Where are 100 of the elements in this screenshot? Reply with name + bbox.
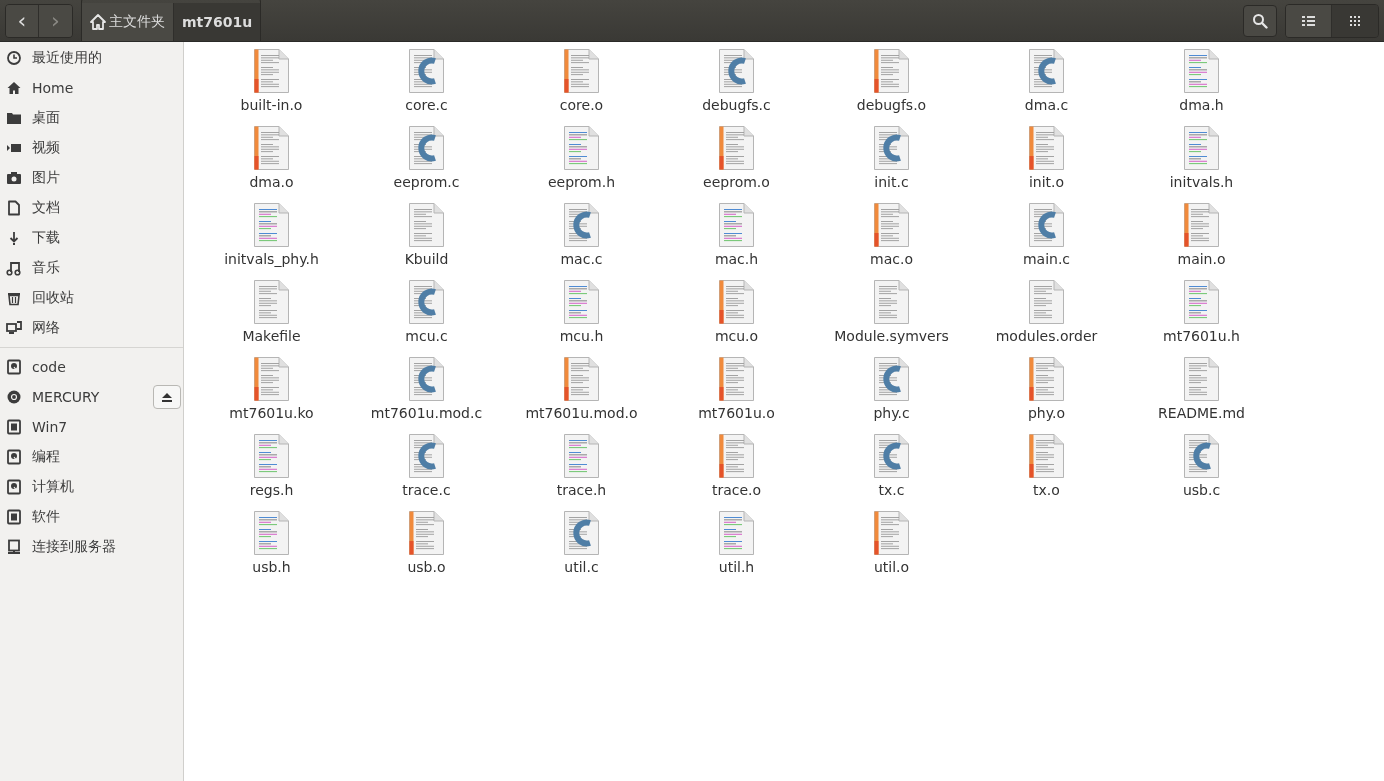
sidebar-item[interactable]: 回收站 (0, 283, 183, 313)
file-name: phy.c (873, 405, 910, 421)
file-item[interactable]: debugfs.o (814, 49, 969, 126)
file-name: eeprom.h (547, 174, 616, 190)
sidebar-item[interactable]: 图片 (0, 163, 183, 193)
file-item[interactable]: mcu.h (504, 280, 659, 357)
file-item[interactable]: dma.c (969, 49, 1124, 126)
file-item[interactable]: mcu.c (349, 280, 504, 357)
file-item[interactable]: eeprom.c (349, 126, 504, 203)
document-icon (253, 280, 290, 325)
network-icon (6, 320, 22, 336)
file-item[interactable]: debugfs.c (659, 49, 814, 126)
file-item[interactable]: Makefile (194, 280, 349, 357)
c-letter-document-icon (408, 357, 445, 402)
file-item[interactable]: main.c (969, 203, 1124, 280)
file-item[interactable]: modules.order (969, 280, 1124, 357)
sidebar-item[interactable]: 下载 (0, 223, 183, 253)
sidebar-item[interactable]: 网络 (0, 313, 183, 343)
file-item[interactable]: eeprom.o (659, 126, 814, 203)
sidebar-item[interactable]: 文档 (0, 193, 183, 223)
file-item[interactable]: usb.o (349, 511, 504, 588)
file-name: main.o (1177, 251, 1226, 267)
sidebar-item[interactable]: Home (0, 73, 183, 103)
striped-document-icon (1183, 203, 1220, 248)
file-name: util.c (564, 559, 599, 575)
sidebar-item[interactable]: 连接到服务器 (0, 532, 183, 562)
file-item[interactable]: phy.o (969, 357, 1124, 434)
sidebar-item[interactable]: 编程 (0, 442, 183, 472)
sidebar-item[interactable]: code (0, 352, 183, 382)
file-item[interactable]: util.o (814, 511, 969, 588)
sidebar-item[interactable]: 软件 (0, 502, 183, 532)
code-lines-document-icon (563, 434, 600, 479)
file-item[interactable]: mac.o (814, 203, 969, 280)
file-item[interactable]: util.h (659, 511, 814, 588)
file-item[interactable]: mcu.o (659, 280, 814, 357)
file-item[interactable]: mt7601u.o (659, 357, 814, 434)
file-name: mcu.h (559, 328, 604, 344)
file-item[interactable]: mt7601u.mod.c (349, 357, 504, 434)
file-item[interactable]: dma.h (1124, 49, 1279, 126)
eject-icon (161, 391, 173, 403)
file-item[interactable]: eeprom.h (504, 126, 659, 203)
file-item[interactable]: dma.o (194, 126, 349, 203)
file-item[interactable]: mt7601u.ko (194, 357, 349, 434)
sidebar-item[interactable]: 桌面 (0, 103, 183, 133)
striped-document-icon (563, 49, 600, 94)
file-item[interactable]: regs.h (194, 434, 349, 511)
file-item[interactable]: init.c (814, 126, 969, 203)
file-name: Kbuild (404, 251, 449, 267)
sidebar-item[interactable]: MERCURY (0, 382, 183, 412)
file-name: debugfs.o (856, 97, 927, 113)
file-item[interactable]: trace.o (659, 434, 814, 511)
file-item[interactable]: main.o (1124, 203, 1279, 280)
eject-button[interactable] (153, 385, 181, 409)
file-item[interactable]: mac.h (659, 203, 814, 280)
file-item[interactable]: usb.h (194, 511, 349, 588)
sidebar-item[interactable]: 最近使用的 (0, 43, 183, 73)
file-item[interactable]: trace.c (349, 434, 504, 511)
file-item[interactable]: mac.c (504, 203, 659, 280)
drive-icon (6, 479, 22, 495)
drive-icon (6, 449, 22, 465)
file-item[interactable]: tx.c (814, 434, 969, 511)
server-icon (6, 539, 22, 555)
back-button[interactable]: ‹ (6, 4, 39, 37)
file-item[interactable]: phy.c (814, 357, 969, 434)
file-item[interactable]: mt7601u.h (1124, 280, 1279, 357)
file-name: regs.h (249, 482, 294, 498)
file-name: core.o (559, 97, 604, 113)
c-letter-document-icon (1183, 434, 1220, 479)
folder-icon (6, 110, 22, 126)
sidebar-item[interactable]: Win7 (0, 412, 183, 442)
file-item[interactable]: initvals_phy.h (194, 203, 349, 280)
clock-icon (6, 50, 22, 66)
sidebar-item[interactable]: 计算机 (0, 472, 183, 502)
file-name: mac.o (870, 251, 913, 267)
breadcrumb-button[interactable]: 主文件夹 (82, 3, 174, 41)
c-letter-document-icon (873, 357, 910, 402)
file-item[interactable]: initvals.h (1124, 126, 1279, 203)
file-item[interactable]: core.o (504, 49, 659, 126)
file-item[interactable]: init.o (969, 126, 1124, 203)
chip-icon (6, 509, 22, 525)
document-icon (873, 280, 910, 325)
file-item[interactable]: tx.o (969, 434, 1124, 511)
file-name: Makefile (242, 328, 301, 344)
home-icon (6, 80, 22, 96)
file-item[interactable]: usb.c (1124, 434, 1279, 511)
file-item[interactable]: core.c (349, 49, 504, 126)
file-item[interactable]: Module.symvers (814, 280, 969, 357)
list-view-button[interactable] (1286, 4, 1332, 37)
file-name: eeprom.o (703, 174, 770, 190)
file-item[interactable]: README.md (1124, 357, 1279, 434)
file-item[interactable]: util.c (504, 511, 659, 588)
sidebar-item[interactable]: 音乐 (0, 253, 183, 283)
file-item[interactable]: mt7601u.mod.o (504, 357, 659, 434)
code-lines-document-icon (253, 511, 290, 556)
code-lines-document-icon (1183, 49, 1220, 94)
file-item[interactable]: trace.h (504, 434, 659, 511)
file-item[interactable]: built-in.o (194, 49, 349, 126)
sidebar-item[interactable]: 视频 (0, 133, 183, 163)
search-button[interactable] (1243, 4, 1277, 37)
file-item[interactable]: Kbuild (349, 203, 504, 280)
